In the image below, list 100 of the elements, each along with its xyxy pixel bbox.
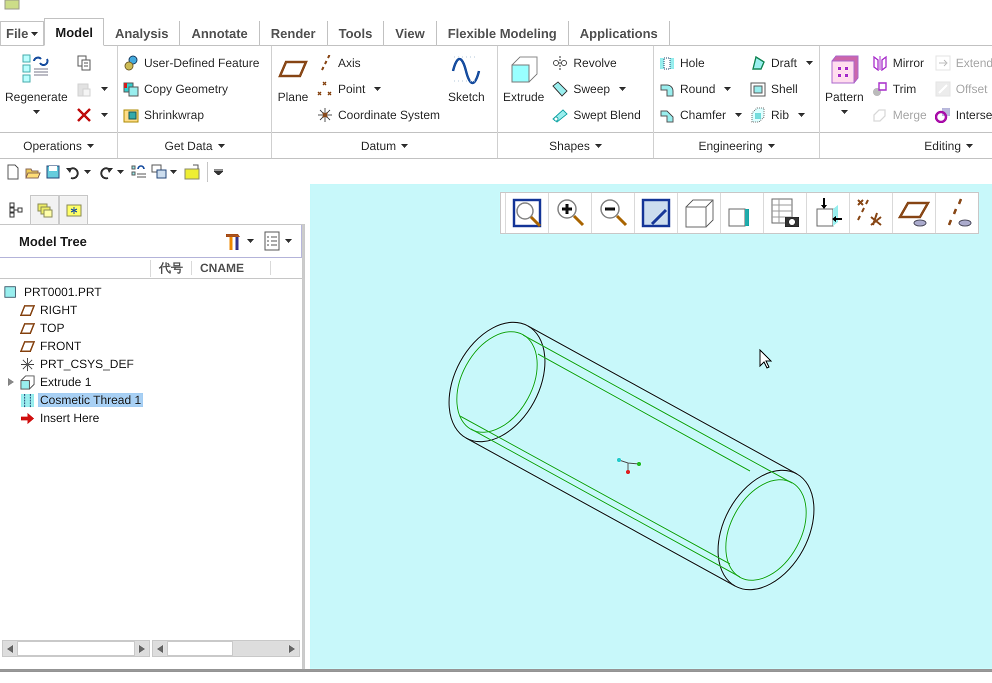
ribbon-button[interactable]: Rib bbox=[748, 102, 816, 128]
horizontal-scrollbar[interactable] bbox=[2, 640, 150, 657]
ribbon-button[interactable]: Regenerate bbox=[3, 50, 70, 132]
ribbon-button[interactable]: Sweep bbox=[550, 76, 643, 102]
panel-title: Model Tree bbox=[19, 234, 88, 248]
group-menu-button[interactable]: Datum bbox=[358, 136, 410, 154]
windows-icon[interactable] bbox=[151, 164, 167, 180]
ribbon-button[interactable]: Shrinkwrap bbox=[121, 102, 262, 128]
app-icon bbox=[4, 0, 20, 10]
ribbon-button[interactable]: Pattern bbox=[823, 50, 866, 132]
ribbon-button[interactable]: Revolve bbox=[550, 50, 643, 76]
ribbon-tab[interactable]: File bbox=[0, 21, 44, 45]
horizontal-scrollbar[interactable] bbox=[152, 640, 300, 657]
tree-item[interactable]: PRT0001.PRT bbox=[22, 285, 104, 299]
caret-icon bbox=[768, 144, 775, 148]
revolve-icon bbox=[552, 55, 568, 71]
ribbon-button[interactable]: Shell bbox=[748, 76, 816, 102]
plane-icon bbox=[20, 302, 35, 318]
ribbon-button[interactable]: Draft bbox=[748, 50, 816, 76]
point-icon bbox=[317, 81, 333, 97]
intersect-icon bbox=[934, 107, 951, 123]
plane-icon bbox=[20, 320, 35, 336]
caret-icon[interactable] bbox=[247, 239, 254, 243]
folder-icon[interactable] bbox=[184, 164, 200, 180]
ribbon-button[interactable]: Round bbox=[657, 76, 744, 102]
tree-item[interactable]: PRT_CSYS_DEF bbox=[38, 357, 136, 371]
tools-icon[interactable] bbox=[224, 231, 242, 251]
window-icon bbox=[123, 81, 139, 97]
tree-item[interactable]: Cosmetic Thread 1 bbox=[38, 393, 144, 407]
scroll-left-icon[interactable] bbox=[157, 644, 163, 652]
arrow-icon bbox=[20, 410, 35, 426]
caret-icon bbox=[594, 144, 602, 148]
group-menu-button[interactable]: Operations bbox=[21, 136, 96, 154]
caret-icon bbox=[619, 87, 626, 91]
ribbon-tab[interactable]: Model bbox=[44, 18, 104, 46]
caret-icon bbox=[86, 144, 94, 148]
ribbon-button[interactable]: Hole bbox=[657, 50, 744, 76]
cube-icon bbox=[20, 374, 35, 390]
group-menu-button[interactable]: Shapes bbox=[547, 136, 604, 154]
column-header[interactable]: CNAME bbox=[191, 261, 271, 275]
ribbon-button[interactable]: Swept Blend bbox=[550, 102, 643, 128]
scroll-left-icon[interactable] bbox=[7, 644, 13, 652]
ribbon-button[interactable]: Axis bbox=[315, 50, 442, 76]
box-icon bbox=[123, 107, 139, 123]
caret-icon bbox=[32, 110, 40, 114]
scroll-right-icon[interactable] bbox=[139, 644, 145, 652]
ribbon-button[interactable]: Mirror bbox=[870, 50, 929, 76]
mirror-icon bbox=[872, 55, 888, 71]
ribbon-button[interactable]: Coordinate System bbox=[315, 102, 442, 128]
ribbon-button[interactable]: Sketch bbox=[446, 50, 487, 132]
tree-item[interactable]: FRONT bbox=[38, 339, 84, 353]
ribbon-button[interactable]: Chamfer bbox=[657, 102, 744, 128]
delete-icon bbox=[76, 107, 92, 123]
star-folder-icon bbox=[66, 202, 82, 218]
ribbon-button[interactable]: Trim bbox=[870, 76, 929, 102]
tree-item[interactable]: TOP bbox=[38, 321, 66, 335]
ribbon-button[interactable]: Interse bbox=[932, 102, 992, 128]
mouse-cursor-icon bbox=[760, 348, 772, 369]
caret-icon[interactable] bbox=[84, 170, 91, 174]
ribbon-button[interactable]: Plane bbox=[275, 50, 311, 132]
caret-icon[interactable] bbox=[117, 170, 124, 174]
caret-icon[interactable] bbox=[285, 239, 292, 243]
tree-item[interactable]: RIGHT bbox=[38, 303, 80, 317]
group-menu-button[interactable]: Engineering bbox=[696, 136, 777, 154]
ribbon-button[interactable]: Extrude bbox=[501, 50, 546, 132]
caret-icon bbox=[724, 87, 732, 91]
swept-blend-icon bbox=[552, 107, 568, 123]
caret-icon bbox=[218, 144, 225, 148]
plane-icon bbox=[20, 338, 35, 354]
extend-icon bbox=[934, 55, 951, 71]
expand-arrow-icon[interactable] bbox=[7, 378, 15, 386]
new-file-icon[interactable] bbox=[5, 164, 21, 180]
group-menu-button[interactable]: Editing bbox=[922, 136, 975, 154]
coordinate-system-icon bbox=[20, 356, 35, 372]
caret-icon bbox=[806, 61, 814, 65]
column-header[interactable]: 代号 bbox=[150, 260, 191, 276]
list-settings-icon[interactable] bbox=[264, 231, 280, 251]
tree-item[interactable]: Insert Here bbox=[38, 411, 102, 425]
tree-icon bbox=[8, 202, 24, 218]
caret-icon[interactable] bbox=[170, 170, 177, 174]
ribbon-button[interactable]: User-Defined Feature bbox=[121, 50, 262, 76]
hole-icon bbox=[659, 55, 675, 71]
caret-icon bbox=[31, 32, 38, 36]
folders-icon bbox=[36, 202, 52, 218]
part-icon bbox=[4, 285, 18, 299]
rib-icon bbox=[750, 107, 766, 123]
tree-item[interactable]: Extrude 1 bbox=[38, 375, 94, 389]
coordinate-triad-icon bbox=[617, 458, 641, 474]
ribbon-button[interactable]: Point bbox=[315, 76, 442, 102]
caret-icon bbox=[798, 113, 806, 117]
sphere-icon bbox=[123, 55, 139, 71]
customize-caret-icon[interactable] bbox=[214, 168, 223, 174]
caret-icon bbox=[100, 87, 108, 91]
group-menu-button[interactable]: Get Data bbox=[162, 136, 227, 154]
save-icon[interactable] bbox=[45, 164, 61, 180]
scroll-right-icon[interactable] bbox=[289, 644, 295, 652]
regenerate-icon[interactable] bbox=[131, 164, 147, 180]
thread-icon bbox=[20, 392, 35, 408]
ribbon-button[interactable]: Copy Geometry bbox=[121, 76, 262, 102]
sweep-icon bbox=[552, 81, 568, 97]
